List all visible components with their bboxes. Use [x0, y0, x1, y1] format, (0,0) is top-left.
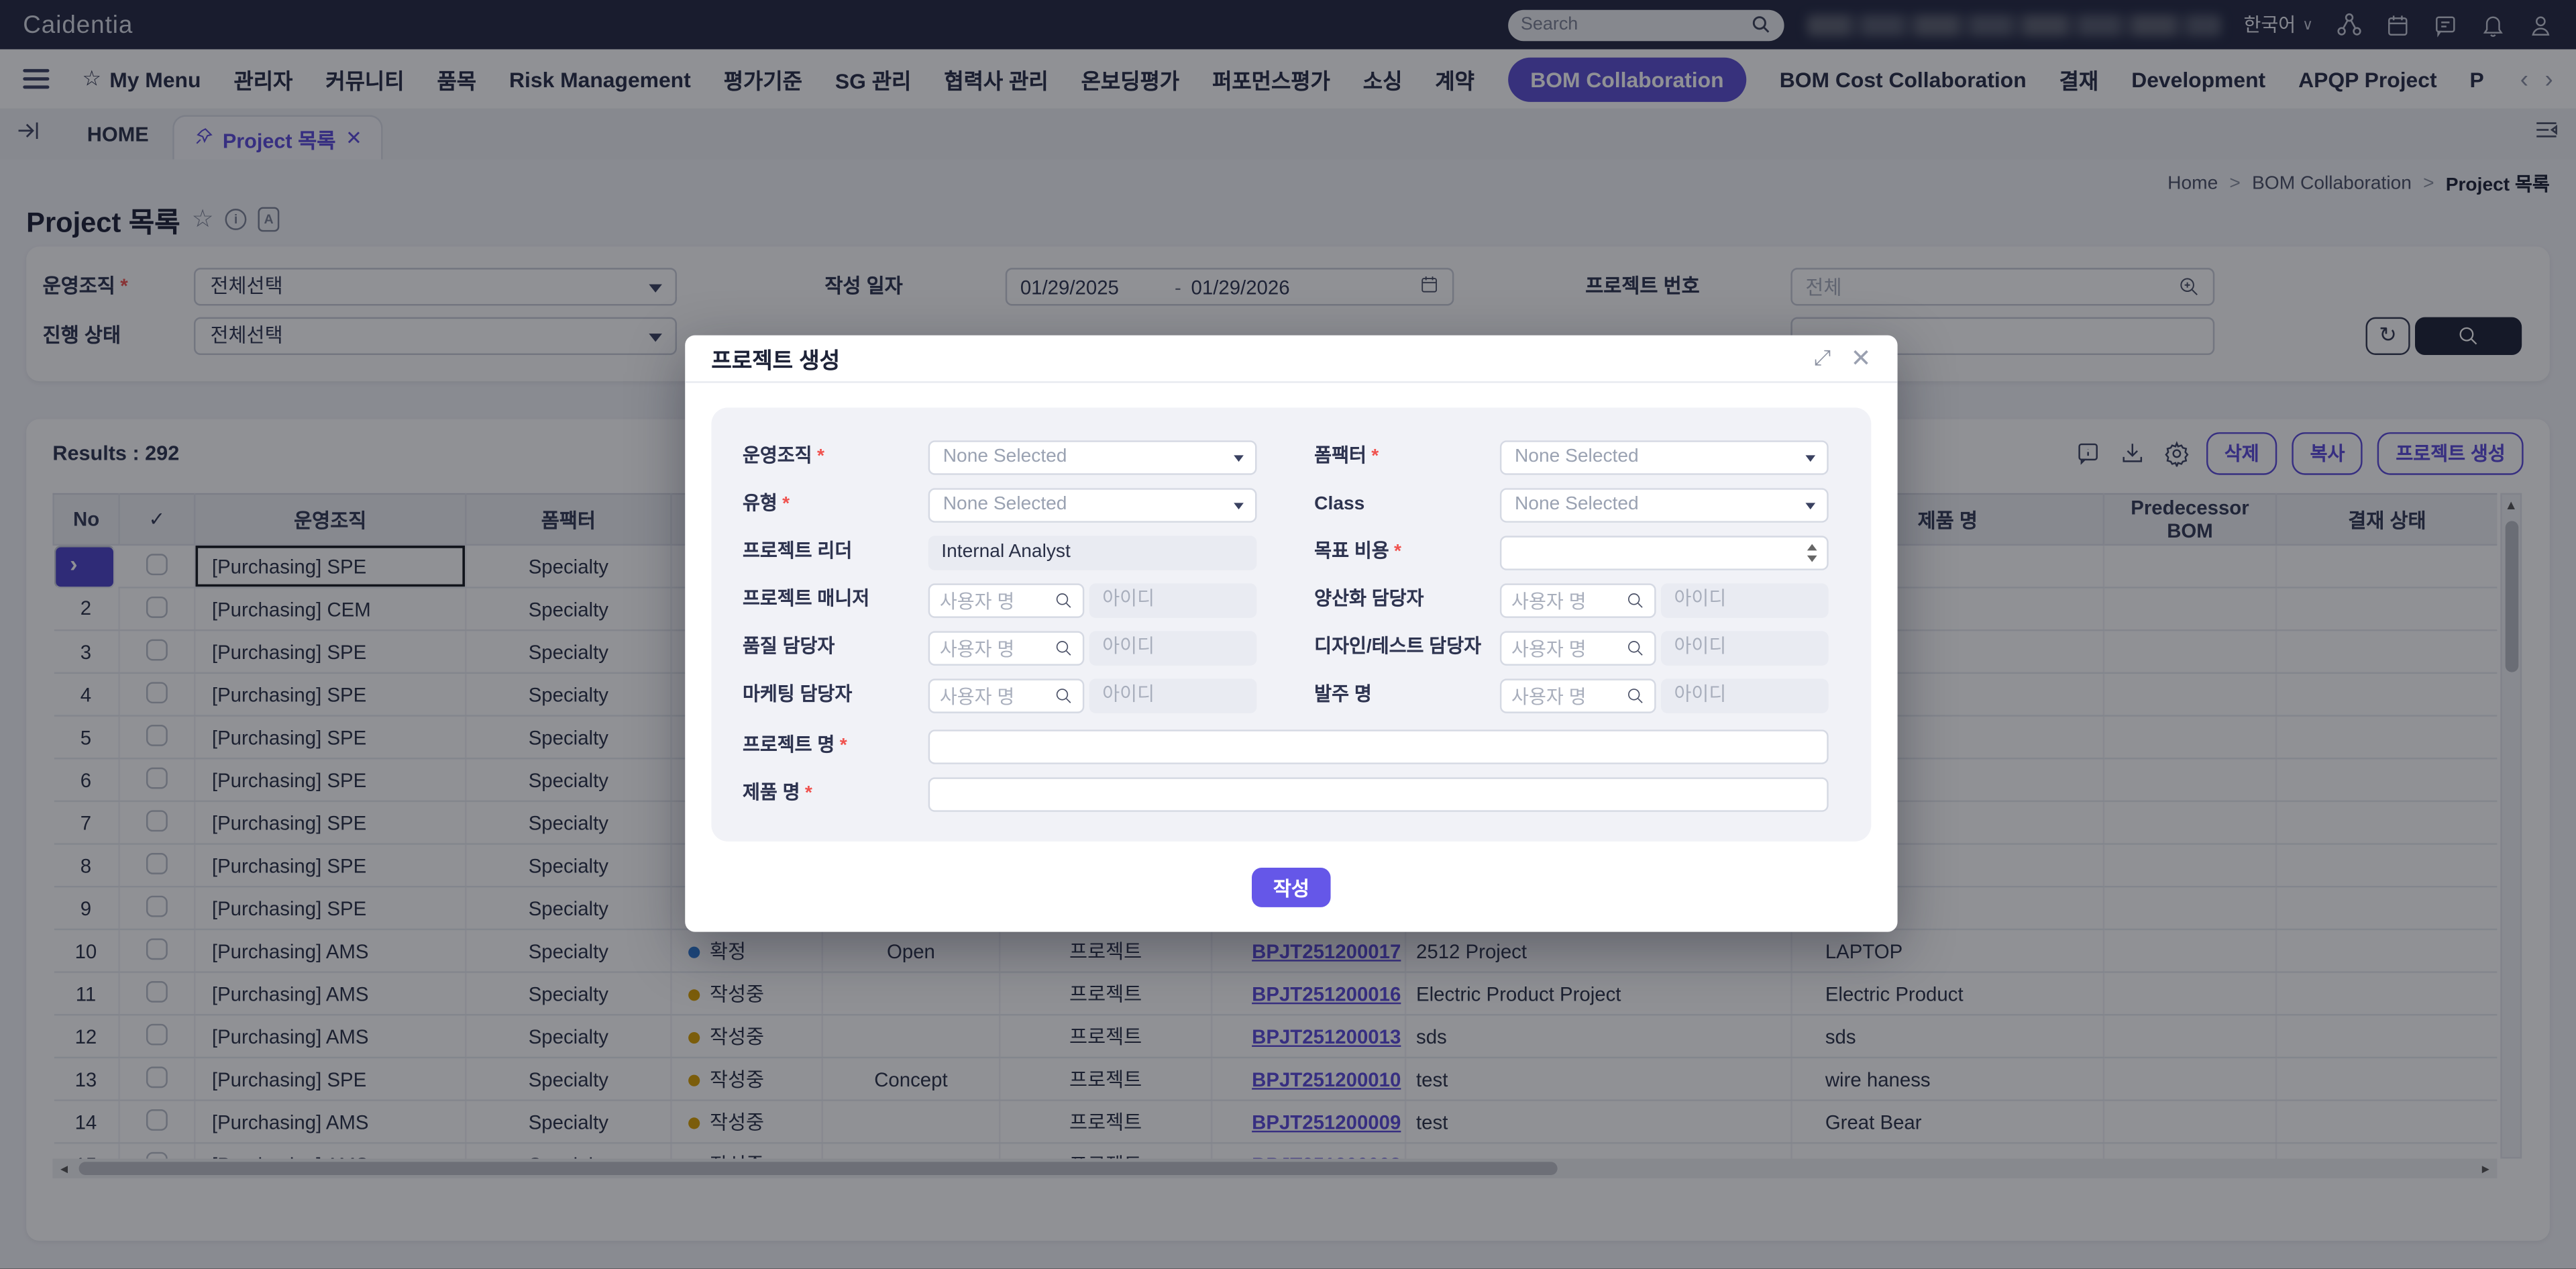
field-marketing-label: 마케팅 담당자: [743, 678, 852, 713]
field-marketing-user-input[interactable]: 사용자 명: [928, 678, 1085, 713]
chevron-down-icon: [1234, 503, 1244, 509]
field-quality-id-input[interactable]: 아이디: [1089, 631, 1257, 665]
field-quality-label: 품질 담당자: [743, 631, 835, 665]
field-massprod-user-input[interactable]: 사용자 명: [1500, 583, 1656, 617]
field-type-label: 유형*: [743, 488, 790, 522]
close-icon[interactable]: ✕: [1851, 346, 1872, 371]
modal-header: 프로젝트 생성 ⤢ ✕: [685, 336, 1897, 383]
field-pm-label: 프로젝트 매니저: [743, 583, 869, 617]
chevron-down-icon: [1234, 455, 1244, 462]
field-massprod-label: 양산화 담당자: [1314, 583, 1424, 617]
search-icon[interactable]: [1055, 687, 1073, 705]
modal-form: 운영조직* None Selected 폼팩터* None Selected 유…: [711, 407, 1871, 842]
expand-icon[interactable]: ⤢: [1814, 345, 1831, 371]
field-order-user-input[interactable]: 사용자 명: [1500, 678, 1656, 713]
search-icon[interactable]: [1055, 592, 1073, 610]
field-leader-value: Internal Analyst: [928, 536, 1257, 570]
field-pm-user-input[interactable]: 사용자 명: [928, 583, 1085, 617]
field-type-select[interactable]: None Selected: [928, 488, 1257, 522]
field-massprod-id-input[interactable]: 아이디: [1661, 583, 1829, 617]
submit-button[interactable]: 작성: [1252, 868, 1331, 907]
field-order-id-input[interactable]: 아이디: [1661, 678, 1829, 713]
field-quality-user-input[interactable]: 사용자 명: [928, 631, 1085, 665]
field-org-select[interactable]: None Selected: [928, 440, 1257, 474]
field-pm-id-input[interactable]: 아이디: [1089, 583, 1257, 617]
chevron-down-icon: [1805, 455, 1815, 462]
create-project-modal: 프로젝트 생성 ⤢ ✕ 운영조직* None Selected 폼팩터* Non…: [685, 336, 1897, 932]
field-project-name-input[interactable]: [928, 729, 1829, 764]
field-product-name-label: 제품 명*: [743, 777, 812, 811]
field-marketing-id-input[interactable]: 아이디: [1089, 678, 1257, 713]
modal-title: 프로젝트 생성: [711, 342, 840, 374]
field-designtest-user-input[interactable]: 사용자 명: [1500, 631, 1656, 665]
field-formfactor-select[interactable]: None Selected: [1500, 440, 1829, 474]
field-class-label: Class: [1314, 488, 1364, 522]
field-target-cost-label: 목표 비용*: [1314, 536, 1401, 570]
spinner-up-icon[interactable]: [1807, 544, 1817, 551]
spinner-down-icon[interactable]: [1807, 556, 1817, 562]
field-product-name-input[interactable]: [928, 777, 1829, 811]
field-project-name-label: 프로젝트 명*: [743, 729, 847, 764]
chevron-down-icon: [1805, 503, 1815, 509]
search-icon[interactable]: [1626, 687, 1644, 705]
field-org-label: 운영조직*: [743, 440, 824, 474]
field-designtest-label: 디자인/테스트 담당자: [1314, 631, 1481, 665]
search-icon[interactable]: [1626, 592, 1644, 610]
field-designtest-id-input[interactable]: 아이디: [1661, 631, 1829, 665]
app-root: Caidentia Search 한국어 ∨ ☆My Menu관리자커뮤니티품목…: [0, 0, 2576, 1269]
field-order-label: 발주 명: [1314, 678, 1372, 713]
search-icon[interactable]: [1055, 640, 1073, 658]
field-leader-label: 프로젝트 리더: [743, 536, 852, 570]
field-class-select[interactable]: None Selected: [1500, 488, 1829, 522]
field-target-cost-input[interactable]: [1500, 536, 1829, 570]
field-formfactor-label: 폼팩터*: [1314, 440, 1379, 474]
search-icon[interactable]: [1626, 640, 1644, 658]
